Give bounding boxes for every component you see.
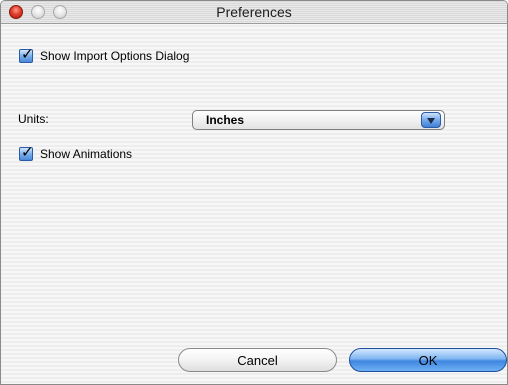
units-selected-value: Inches (206, 113, 245, 127)
show-animations-row[interactable]: ✓ Show Animations (19, 144, 133, 161)
show-animations-checkbox[interactable]: ✓ (19, 144, 34, 161)
title-bar[interactable]: Preferences (1, 1, 507, 24)
show-import-options-row[interactable]: ✓ Show Import Options Dialog (19, 46, 190, 63)
show-import-options-label: Show Import Options Dialog (40, 49, 190, 63)
preferences-window: Preferences ✓ Show Import Options Dialog… (0, 0, 508, 385)
cancel-button[interactable]: Cancel (178, 348, 337, 372)
show-animations-label: Show Animations (40, 147, 133, 161)
units-label: Units: (18, 112, 49, 126)
chevron-down-icon[interactable] (421, 112, 441, 128)
units-select[interactable]: Inches (192, 110, 445, 130)
checkmark-icon: ✓ (21, 144, 34, 161)
show-import-options-checkbox[interactable]: ✓ (19, 46, 34, 63)
checkmark-icon: ✓ (21, 46, 34, 63)
window-title: Preferences (216, 4, 292, 20)
ok-button[interactable]: OK (349, 348, 507, 372)
